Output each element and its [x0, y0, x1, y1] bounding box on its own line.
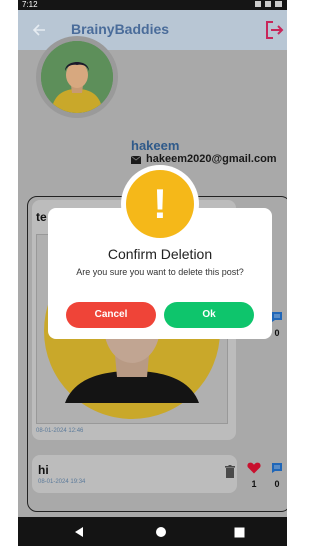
system-nav-bar [18, 517, 287, 546]
profile-username: hakeem [131, 138, 180, 153]
like-button[interactable]: 1 [247, 461, 261, 489]
post-title: te [36, 210, 47, 224]
cancel-button[interactable]: Cancel [66, 302, 156, 328]
dialog-message: Are you sure you want to delete this pos… [76, 267, 244, 277]
delete-button[interactable] [225, 465, 235, 484]
comment-button[interactable]: 0 [271, 310, 283, 338]
heart-icon [247, 461, 261, 478]
profile-avatar[interactable] [41, 41, 113, 113]
profile-email-row: hakeem2020@gmail.com [130, 153, 277, 165]
nav-back-icon[interactable] [74, 525, 84, 543]
status-time: 7:12 [22, 0, 38, 9]
comment-button[interactable]: 0 [271, 461, 283, 489]
dialog-title: Confirm Deletion [107, 246, 213, 262]
exclamation-icon: ! [153, 180, 167, 227]
ok-button[interactable]: Ok [164, 302, 254, 328]
app-title: BrainyBaddies [71, 21, 170, 37]
post-title: hi [38, 463, 49, 477]
back-arrow-icon[interactable] [30, 20, 50, 40]
status-bar: 7:12 [18, 0, 287, 10]
post-date: 08-01-2024 19:34 [38, 479, 86, 485]
avatar-ring [36, 36, 118, 118]
post-date: 08-01-2024 12:46 [36, 428, 84, 434]
phone-frame-right [287, 0, 295, 546]
like-count: 1 [251, 479, 257, 489]
alert-badge: ! [121, 165, 199, 243]
comment-count: 0 [274, 479, 280, 489]
profile-email: hakeem2020@gmail.com [146, 153, 277, 165]
comment-icon [271, 310, 283, 327]
comment-icon [271, 461, 283, 478]
alert-circle-fill: ! [126, 170, 194, 238]
trash-icon [225, 465, 235, 483]
comment-count: 0 [274, 328, 280, 338]
phone-frame-left [0, 0, 18, 546]
post-card[interactable]: hi 08-01-2024 19:34 [32, 455, 237, 493]
nav-recents-icon[interactable] [234, 525, 245, 543]
nav-home-icon[interactable] [155, 525, 167, 543]
mail-icon [130, 155, 142, 164]
logout-icon[interactable] [263, 19, 285, 41]
